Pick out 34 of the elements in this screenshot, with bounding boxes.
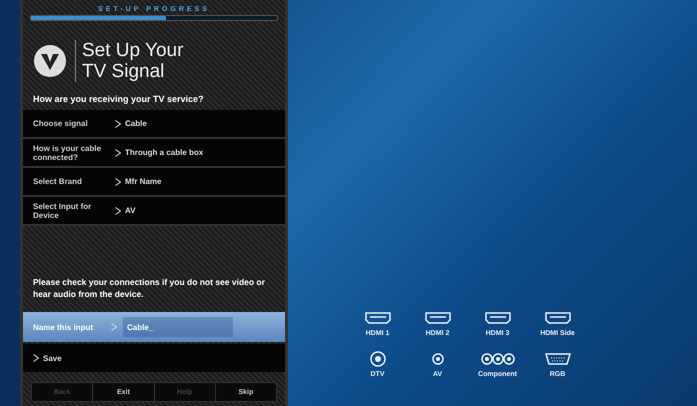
notice-text: Please check your connections if you do not see video or hear audio from the device. (32, 276, 266, 301)
hdmi-port-icon (364, 310, 392, 326)
input-label: Name this input (33, 322, 94, 332)
chevron-icon (115, 178, 121, 186)
chevron-icon (33, 354, 39, 362)
chevron-icon (115, 148, 121, 156)
setting-label: Select Brand (33, 177, 83, 186)
setting-row[interactable]: Select Input for Device AV (23, 197, 285, 226)
name-input-row[interactable]: Name this input Cable_ (23, 312, 285, 342)
setting-value: Mfr Name (125, 177, 162, 186)
chevron-icon (115, 120, 121, 128)
component-ports-icon (480, 351, 514, 367)
setting-row[interactable]: Select Brand Mfr Name (23, 168, 285, 197)
setting-row[interactable]: Choose signal Cable (23, 110, 285, 139)
setting-label: How is your cable connected? (33, 144, 102, 162)
hdmi-port-icon (484, 310, 512, 326)
save-row[interactable]: Save (23, 344, 285, 372)
setting-value: Cable (125, 119, 147, 128)
chevron-icon (115, 206, 121, 214)
question-text: How are you receiving your TV service? (32, 93, 205, 106)
logo-icon (33, 44, 67, 78)
chevron-icon (111, 323, 117, 331)
setting-label: Select Input for Device (33, 202, 92, 220)
page-title: TV Signal (82, 61, 166, 82)
name-input-field[interactable]: Cable_ (123, 317, 233, 337)
hdmi-port-icon (544, 310, 572, 326)
hdmi-port-icon (424, 310, 452, 326)
page-title: Set Up Your (82, 40, 184, 61)
setting-value: AV (125, 206, 136, 215)
setting-row[interactable]: How is your cable connected? Through a cable box (23, 139, 285, 168)
save-label: Save (43, 354, 62, 362)
setting-value: Through a cable box (125, 148, 204, 157)
vga-port-icon (544, 351, 572, 367)
setting-label: Choose signal (33, 119, 89, 128)
